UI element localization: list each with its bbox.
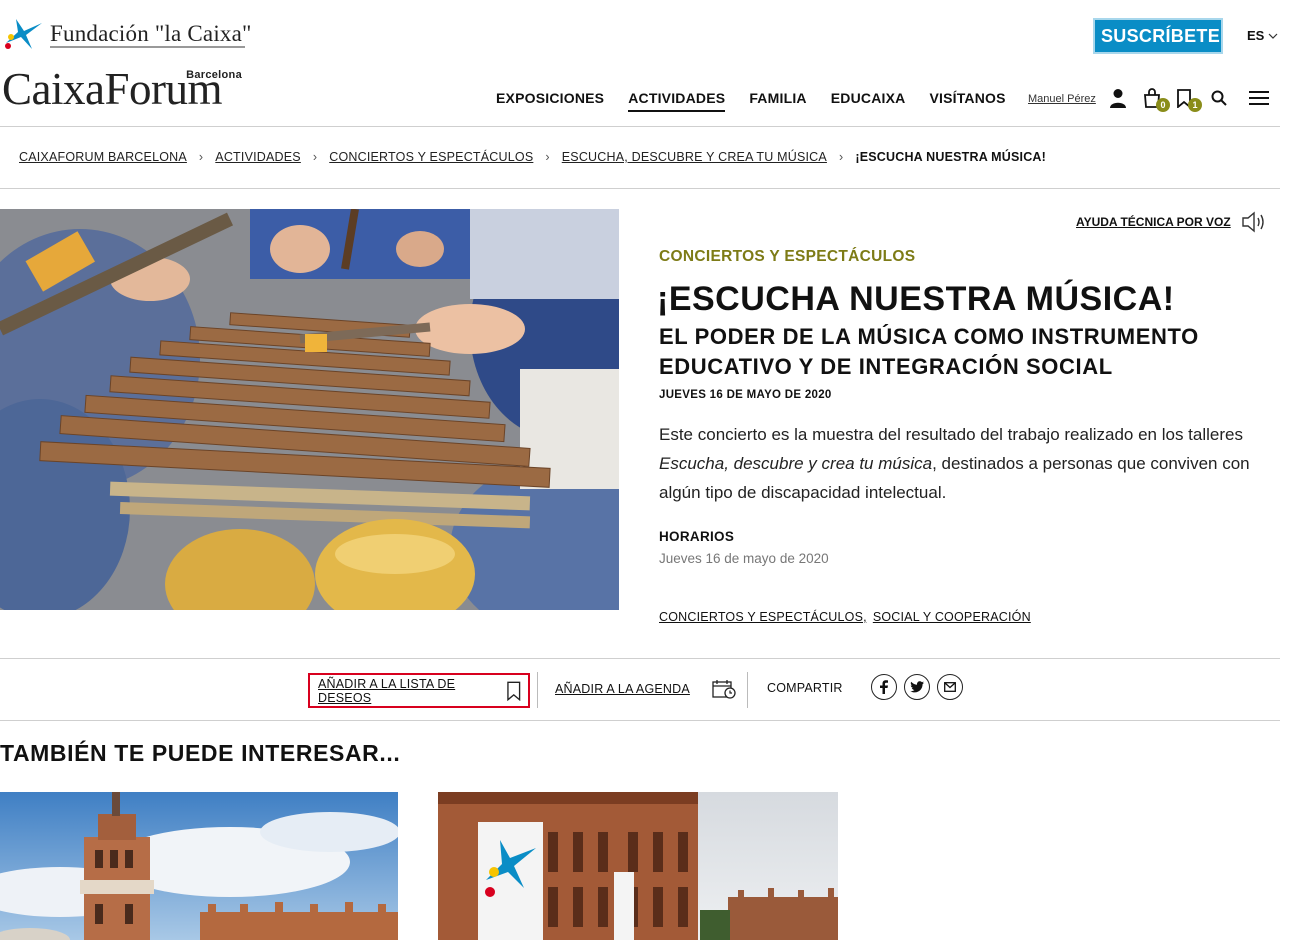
description-workshop-name: Escucha, descubre y crea tu música — [659, 454, 933, 473]
subscribe-button[interactable]: SUSCRÍBETE — [1093, 18, 1223, 54]
breadcrumb-item[interactable]: ACTIVIDADES — [215, 150, 301, 164]
description-text: Este concierto es la muestra del resulta… — [659, 425, 1243, 444]
facebook-share-button[interactable] — [871, 674, 897, 700]
add-to-agenda-button[interactable]: AÑADIR A LA AGENDA — [555, 679, 736, 699]
menu-icon[interactable] — [1247, 86, 1271, 110]
star-logo-icon — [5, 19, 42, 49]
header-divider — [0, 126, 1280, 127]
language-selector[interactable]: ES — [1247, 28, 1278, 43]
tag-link[interactable]: CONCIERTOS Y ESPECTÁCULOS, — [659, 610, 867, 624]
logo-city-text: Barcelona — [186, 69, 242, 81]
user-name-link[interactable]: Manuel Pérez — [1028, 93, 1096, 105]
language-code: ES — [1247, 28, 1265, 43]
event-date: JUEVES 16 DE MAYO DE 2020 — [659, 389, 832, 401]
bookmark-icon — [507, 681, 521, 701]
twitter-icon — [910, 681, 924, 693]
add-to-wishlist-button[interactable]: AÑADIR A LA LISTA DE DESEOS — [308, 673, 530, 708]
actions-top-divider — [0, 658, 1280, 659]
speaker-icon — [1241, 211, 1264, 233]
action-separator — [537, 672, 538, 708]
event-category[interactable]: CONCIERTOS Y ESPECTÁCULOS — [659, 248, 915, 266]
agenda-label: AÑADIR A LA AGENDA — [555, 682, 690, 696]
wishlist-label: AÑADIR A LA LISTA DE DESEOS — [318, 676, 456, 705]
cart-count-badge: 0 — [1156, 98, 1170, 112]
facebook-icon — [880, 680, 888, 694]
wishlist-icon[interactable]: 1 — [1172, 86, 1202, 112]
cart-icon[interactable]: 0 — [1140, 86, 1170, 112]
voice-help-label: AYUDA TÉCNICA POR VOZ — [1076, 215, 1231, 229]
breadcrumb-item[interactable]: CAIXAFORUM BARCELONA — [19, 150, 187, 164]
event-hero-image — [0, 209, 619, 610]
nav-item-exposiciones[interactable]: EXPOSICIONES — [496, 90, 604, 112]
hours-label: HORARIOS — [659, 529, 735, 544]
breadcrumb: CAIXAFORUM BARCELONA › ACTIVIDADES › CON… — [19, 150, 1046, 164]
nav-item-visitanos[interactable]: VISÍTANOS — [929, 90, 1005, 112]
calendar-icon — [712, 680, 736, 699]
mail-icon — [944, 682, 956, 692]
tag-link[interactable]: SOCIAL Y COOPERACIÓN — [873, 610, 1031, 624]
email-share-button[interactable] — [937, 674, 963, 700]
hours-value: Jueves 16 de mayo de 2020 — [659, 551, 829, 566]
breadcrumb-separator: › — [545, 150, 550, 164]
wishlist-count-badge: 1 — [1188, 98, 1202, 112]
twitter-share-button[interactable] — [904, 674, 930, 700]
nav-item-actividades[interactable]: ACTIVIDADES — [628, 90, 726, 112]
voice-help-link[interactable]: AYUDA TÉCNICA POR VOZ — [1076, 211, 1267, 233]
related-card-image[interactable] — [0, 792, 398, 940]
actions-bottom-divider — [0, 720, 1280, 721]
main-nav: EXPOSICIONES ACTIVIDADES FAMILIA EDUCAIX… — [496, 90, 1030, 112]
event-description: Este concierto es la muestra del resulta… — [659, 420, 1269, 507]
fundacion-underline — [50, 46, 245, 48]
breadcrumb-separator: › — [198, 150, 204, 164]
related-card-image[interactable] — [438, 792, 838, 940]
search-icon[interactable] — [1207, 86, 1231, 110]
event-tags: CONCIERTOS Y ESPECTÁCULOS, SOCIAL Y COOP… — [659, 610, 1031, 624]
breadcrumb-item[interactable]: CONCIERTOS Y ESPECTÁCULOS — [329, 150, 533, 164]
breadcrumb-separator: › — [838, 150, 844, 164]
related-heading: TAMBIÉN TE PUEDE INTERESAR... — [0, 740, 401, 766]
fundacion-name: Fundación "la Caixa" — [50, 21, 252, 46]
share-label: COMPARTIR — [767, 681, 843, 695]
event-subtitle: EL PODER DE LA MÚSICA COMO INSTRUMENTO E… — [659, 324, 1199, 379]
breadcrumb-current: ¡ESCUCHA NUESTRA MÚSICA! — [855, 150, 1047, 164]
user-icon[interactable] — [1106, 86, 1130, 110]
nav-item-educaixa[interactable]: EDUCAIXA — [831, 90, 906, 112]
event-title: ¡ESCUCHA NUESTRA MÚSICA! — [657, 280, 1175, 318]
breadcrumb-item[interactable]: ESCUCHA, DESCUBRE Y CREA TU MÚSICA — [562, 150, 827, 164]
chevron-down-icon — [1268, 33, 1278, 39]
caixaforum-logo[interactable]: CaixaForum Barcelona — [0, 64, 250, 114]
action-separator — [747, 672, 748, 708]
breadcrumb-separator: › — [312, 150, 318, 164]
breadcrumb-divider — [0, 188, 1280, 189]
nav-item-familia[interactable]: FAMILIA — [749, 90, 806, 112]
